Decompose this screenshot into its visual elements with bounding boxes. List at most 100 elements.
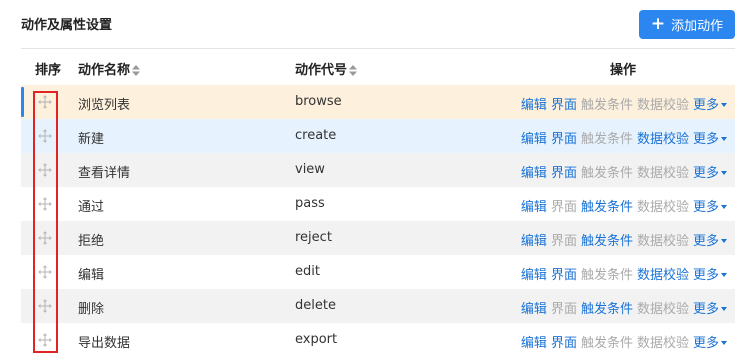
table-row[interactable]: 拒绝 reject 编辑 界面 触发条件 数据校验 更多: [21, 221, 735, 255]
more-label: 更多: [692, 132, 719, 147]
action-name: 通过: [78, 200, 105, 215]
validate-link[interactable]: 数据校验: [637, 196, 689, 215]
row-actions: 编辑 界面 触发条件 数据校验 更多: [521, 298, 727, 317]
ui-link[interactable]: 界面: [551, 230, 577, 249]
action-name: 浏览列表: [78, 98, 131, 113]
validate-link[interactable]: 数据校验: [637, 264, 689, 283]
table-row[interactable]: 浏览列表 browse 编辑 界面 触发条件 数据校验 更多: [21, 85, 735, 119]
table-row[interactable]: 删除 delete 编辑 界面 触发条件 数据校验 更多: [21, 289, 735, 323]
action-code: create: [295, 128, 337, 143]
trigger-link[interactable]: 触发条件: [581, 230, 633, 249]
action-code: delete: [295, 298, 336, 313]
ui-link[interactable]: 界面: [551, 94, 577, 113]
table-row[interactable]: 通过 pass 编辑 界面 触发条件 数据校验 更多: [21, 187, 735, 221]
table-row[interactable]: 查看详情 view 编辑 界面 触发条件 数据校验 更多: [21, 153, 735, 187]
row-actions: 编辑 界面 触发条件 数据校验 更多: [521, 128, 727, 147]
edit-link[interactable]: 编辑: [521, 162, 547, 181]
row-actions: 编辑 界面 触发条件 数据校验 更多: [521, 230, 727, 249]
more-label: 更多: [692, 166, 719, 181]
more-dropdown[interactable]: 更多: [693, 264, 727, 283]
action-code: browse: [295, 94, 342, 109]
ui-link[interactable]: 界面: [551, 264, 577, 283]
drag-handle-icon[interactable]: [38, 231, 52, 245]
validate-link[interactable]: 数据校验: [637, 298, 689, 317]
more-dropdown[interactable]: 更多: [693, 332, 727, 351]
more-label: 更多: [692, 302, 719, 317]
drag-handle-icon[interactable]: [38, 197, 52, 211]
table-row[interactable]: 新建 create 编辑 界面 触发条件 数据校验 更多: [21, 119, 735, 153]
chevron-down-icon: [721, 307, 727, 311]
column-code[interactable]: 动作代号: [295, 59, 358, 78]
more-label: 更多: [692, 268, 719, 283]
ui-link[interactable]: 界面: [551, 128, 577, 147]
ui-link[interactable]: 界面: [551, 162, 577, 181]
validate-link[interactable]: 数据校验: [637, 94, 689, 113]
more-dropdown[interactable]: 更多: [693, 230, 727, 249]
drag-handle-icon[interactable]: [38, 265, 52, 279]
action-code: edit: [295, 264, 320, 279]
ui-link[interactable]: 界面: [551, 332, 577, 351]
row-actions: 编辑 界面 触发条件 数据校验 更多: [521, 332, 727, 351]
action-name: 导出数据: [78, 336, 131, 351]
drag-handle-icon[interactable]: [38, 163, 52, 177]
more-dropdown[interactable]: 更多: [693, 128, 727, 147]
drag-handle-icon[interactable]: [38, 299, 52, 313]
edit-link[interactable]: 编辑: [521, 332, 547, 351]
validate-link[interactable]: 数据校验: [637, 332, 689, 351]
edit-link[interactable]: 编辑: [521, 264, 547, 283]
action-name: 删除: [78, 302, 105, 317]
column-name[interactable]: 动作名称: [78, 59, 141, 78]
column-code-label: 动作代号: [295, 63, 348, 78]
table-header: 排序 动作名称 动作代号 操作: [21, 49, 735, 85]
trigger-link[interactable]: 触发条件: [581, 332, 633, 351]
table-row[interactable]: 编辑 edit 编辑 界面 触发条件 数据校验 更多: [21, 255, 735, 289]
sort-icon[interactable]: [132, 65, 141, 76]
more-dropdown[interactable]: 更多: [693, 196, 727, 215]
action-table-body: 浏览列表 browse 编辑 界面 触发条件 数据校验 更多 新建 create 编辑 界面 触发条件…: [21, 85, 735, 357]
drag-handle-icon[interactable]: [38, 95, 52, 109]
action-name: 新建: [78, 132, 105, 147]
row-actions: 编辑 界面 触发条件 数据校验 更多: [521, 162, 727, 181]
edit-link[interactable]: 编辑: [521, 128, 547, 147]
validate-link[interactable]: 数据校验: [637, 128, 689, 147]
action-code: reject: [295, 230, 332, 245]
add-action-label: 添加动作: [671, 19, 724, 34]
ui-link[interactable]: 界面: [551, 196, 577, 215]
trigger-link[interactable]: 触发条件: [581, 196, 633, 215]
chevron-down-icon: [721, 171, 727, 175]
chevron-down-icon: [721, 273, 727, 277]
more-label: 更多: [692, 234, 719, 249]
action-code: pass: [295, 196, 325, 211]
chevron-down-icon: [721, 341, 727, 345]
plus-icon: +: [650, 14, 666, 34]
row-actions: 编辑 界面 触发条件 数据校验 更多: [521, 94, 727, 113]
edit-link[interactable]: 编辑: [521, 94, 547, 113]
more-dropdown[interactable]: 更多: [693, 298, 727, 317]
chevron-down-icon: [721, 205, 727, 209]
table-row[interactable]: 导出数据 export 编辑 界面 触发条件 数据校验 更多: [21, 323, 735, 357]
trigger-link[interactable]: 触发条件: [581, 128, 633, 147]
drag-handle-icon[interactable]: [38, 333, 52, 347]
trigger-link[interactable]: 触发条件: [581, 162, 633, 181]
action-name: 查看详情: [78, 166, 131, 181]
trigger-link[interactable]: 触发条件: [581, 264, 633, 283]
more-dropdown[interactable]: 更多: [693, 94, 727, 113]
more-dropdown[interactable]: 更多: [693, 162, 727, 181]
row-actions: 编辑 界面 触发条件 数据校验 更多: [521, 196, 727, 215]
sort-icon[interactable]: [349, 65, 358, 76]
add-action-button[interactable]: + 添加动作: [639, 10, 735, 39]
action-name: 编辑: [78, 268, 105, 283]
edit-link[interactable]: 编辑: [521, 298, 547, 317]
trigger-link[interactable]: 触发条件: [581, 94, 633, 113]
ui-link[interactable]: 界面: [551, 298, 577, 317]
drag-handle-icon[interactable]: [38, 129, 52, 143]
column-name-label: 动作名称: [78, 63, 131, 78]
validate-link[interactable]: 数据校验: [637, 230, 689, 249]
action-name: 拒绝: [78, 234, 105, 249]
chevron-down-icon: [721, 239, 727, 243]
more-label: 更多: [692, 98, 719, 113]
edit-link[interactable]: 编辑: [521, 196, 547, 215]
edit-link[interactable]: 编辑: [521, 230, 547, 249]
trigger-link[interactable]: 触发条件: [581, 298, 633, 317]
validate-link[interactable]: 数据校验: [637, 162, 689, 181]
